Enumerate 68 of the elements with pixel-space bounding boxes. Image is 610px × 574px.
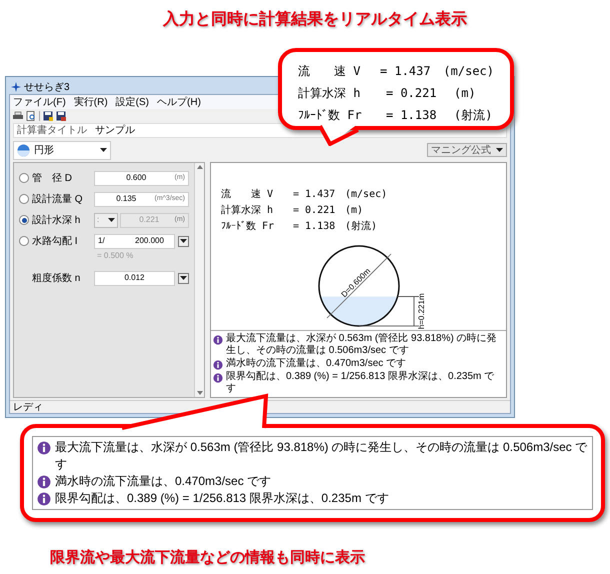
info-message: 限界勾配は、0.389 (%) = 1/256.813 限界水深は、0.235m です: [55, 490, 389, 507]
menu-item[interactable]: ヘルプ(H): [157, 94, 201, 110]
info-icon: [213, 360, 223, 370]
field-label: 設計流量 Q: [32, 192, 84, 206]
depth-dimension: [358, 296, 419, 326]
depth-label: h=0.221m: [416, 293, 426, 330]
headline: 入力と同時に計算結果をリアルタイム表示: [163, 9, 467, 30]
info-icon: [213, 373, 223, 383]
info-message: 限界勾配は、0.389 (%) = 1/256.813 限界水深は、0.235m です: [226, 371, 496, 395]
field-label: 水路勾配 I: [32, 234, 79, 248]
caret-icon: [496, 148, 503, 152]
result-value: = 0.221: [386, 85, 438, 102]
result-unit: (m/sec): [345, 188, 388, 202]
dropdown-button[interactable]: [178, 272, 189, 284]
info-message: 満水時の流下流量は、0.470m3/sec です: [226, 358, 406, 370]
result-name: 計算水深 h: [221, 204, 274, 218]
result-name: ﾌﾙｰﾄﾞ数 Fr: [298, 107, 363, 124]
caret-icon: [108, 218, 115, 222]
save-as-icon[interactable]: [56, 111, 66, 121]
percent-note: = 0.500 %: [97, 250, 134, 262]
field-label: 管 径 D: [32, 172, 73, 186]
info-icon: [37, 441, 51, 455]
printer-icon[interactable]: [13, 111, 23, 121]
result-unit: (射流): [454, 107, 492, 124]
caret-icon: [180, 276, 187, 280]
radio-button[interactable]: [19, 236, 29, 246]
result-value: = 1.138: [386, 107, 438, 124]
info-message: 満水時の流下流量は、0.470m3/sec です: [55, 473, 272, 490]
save-icon[interactable]: [43, 111, 53, 121]
result-unit: (m): [345, 204, 364, 218]
caption: 限界流や最大流下流量などの情報も同時に表示: [50, 549, 365, 566]
result-name: 計算水深 h: [298, 85, 362, 102]
shape-select[interactable]: 円形: [13, 140, 111, 160]
window-title: せせらぎ3: [24, 80, 70, 94]
result-name: ﾌﾙｰﾄﾞ数 Fr: [221, 220, 276, 234]
result-value: = 1.437: [293, 188, 336, 202]
caret-icon: [100, 148, 107, 152]
result-value: = 0.221: [293, 204, 336, 218]
info-message: 最大流下流量は、水深が 0.563m (管径比 93.818%) の時に発生し、その時の流量は 0.506m3/sec です: [226, 333, 498, 357]
result-value: = 1.437: [380, 63, 432, 80]
info-icon: [213, 335, 223, 345]
result-unit: (射流): [345, 220, 378, 234]
scroll-up-icon[interactable]: [196, 165, 202, 169]
field-label: 粗度係数 n: [32, 272, 82, 286]
menu-item[interactable]: 設定(S): [116, 94, 150, 110]
result-name: 流 速 V: [298, 63, 362, 80]
result-value: = 1.138: [293, 220, 336, 234]
dropdown-button[interactable]: [178, 236, 189, 246]
formula-select[interactable]: マニング公式: [427, 143, 507, 157]
scrollbar[interactable]: [194, 163, 204, 397]
result-unit: (m/sec): [443, 63, 494, 80]
value-field[interactable]: 1/ 200.000: [94, 234, 175, 248]
value-field[interactable]: 0.012: [94, 270, 175, 286]
caret-icon: [180, 239, 187, 243]
diameter-line: [326, 254, 391, 318]
radio-button[interactable]: [19, 173, 29, 183]
radio-button[interactable]: [19, 194, 29, 204]
info-icon: [37, 475, 51, 489]
print-preview-icon[interactable]: [26, 111, 36, 121]
menu-item[interactable]: 実行(R): [74, 94, 108, 110]
info-message: 最大流下流量は、水深が 0.563m (管径比 93.818%) の時に発生し、その時の流量は 0.506m3/sec です: [55, 439, 588, 473]
app-logo-icon: [11, 82, 21, 92]
info-icon: [37, 492, 51, 506]
field-label: 設計水深 h: [32, 214, 82, 228]
circle-shape-icon: [17, 144, 30, 156]
result-name: 流 速 V: [221, 188, 274, 202]
menu-item[interactable]: ファイル(F): [13, 94, 66, 110]
result-unit: (m): [454, 85, 476, 102]
